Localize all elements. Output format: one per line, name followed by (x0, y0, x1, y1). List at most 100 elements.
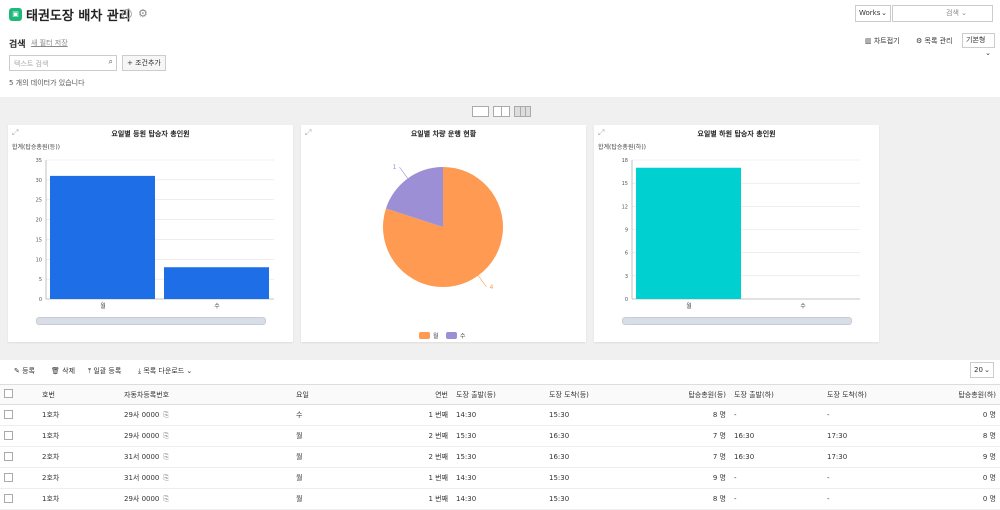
cell-text: 1호차 (42, 495, 60, 503)
chevron-down-icon: ⌄ (958, 9, 967, 17)
row-checkbox[interactable] (4, 409, 13, 419)
chart-icon: ▥ (865, 37, 874, 45)
chevron-down-icon: ⌄ (184, 367, 193, 375)
column-header[interactable]: 연번 (402, 384, 452, 405)
table-cell: - (730, 404, 823, 426)
chart-collapse-button[interactable]: ▥ 차트접기 (865, 36, 900, 46)
document-icon[interactable]: ⎘ (163, 411, 169, 419)
column-header[interactable]: 요일 (292, 384, 402, 405)
column-header[interactable]: 도장 출발(하) (730, 384, 823, 405)
table-row[interactable]: 1호차 29사 0000 ⎘ 월 2 번째 15:30 16:30 7 명 16:30 17:30… (0, 425, 1000, 447)
table-cell: 월 (292, 467, 402, 489)
select-all-checkbox[interactable] (4, 389, 13, 398)
chart-scrollbar[interactable] (622, 317, 852, 325)
document-icon[interactable]: ⎘ (163, 453, 169, 461)
y-tick-label: 18 (622, 158, 628, 164)
pie-leader-line (478, 275, 487, 288)
table-cell: 15:30 (545, 404, 638, 426)
trash-icon: 🗑 (51, 367, 63, 375)
pie-data-label: 1 (393, 164, 397, 171)
legend-label: 수 (460, 333, 466, 340)
gear-icon[interactable]: ⚙ (138, 7, 148, 20)
chart-scrollbar[interactable] (36, 317, 266, 325)
chart-collapse-label: 차트접기 (873, 37, 900, 45)
table-cell: 2 번째 (402, 446, 452, 468)
delete-button[interactable]: 🗑 삭제 (51, 366, 75, 376)
table-cell: 월 (292, 425, 402, 447)
chevron-down-icon: ⌄ (985, 49, 991, 57)
document-icon[interactable]: ⎘ (163, 495, 169, 503)
cell-text: 31서 0000 (124, 453, 160, 461)
table-cell: 0 명 (916, 404, 1000, 426)
cell-text: 0 명 (982, 411, 996, 419)
register-label: 등록 (22, 367, 35, 375)
cell-text: 월 (296, 453, 303, 461)
table-header-row: 호번 자동차등록번호 요일 연번 도장 출발(등) 도장 도착(등) 탑승총원(등) 도장 출… (0, 384, 1000, 405)
row-checkbox-cell (0, 425, 38, 447)
y-tick-label: 6 (625, 251, 628, 257)
bulk-register-button[interactable]: ⤒ 일괄 등록 (88, 366, 121, 376)
works-select-label: Works (859, 9, 881, 17)
table-cell: 16:30 (545, 446, 638, 468)
layout-single-button[interactable] (472, 106, 489, 117)
layout-triple-button[interactable] (514, 106, 531, 117)
cell-text: 2호차 (42, 474, 60, 482)
row-checkbox[interactable] (4, 493, 13, 503)
column-header[interactable]: 탑승총원(등) (638, 384, 730, 405)
cell-text: 8 명 (712, 495, 726, 503)
document-icon[interactable]: ⎘ (163, 432, 169, 440)
column-header[interactable]: 도장 도착(등) (545, 384, 638, 405)
bar (636, 167, 741, 299)
table-cell: 14:30 (452, 404, 545, 426)
table-cell: 8 명 (638, 488, 730, 510)
column-header[interactable]: 자동차등록번호 (120, 384, 292, 405)
y-tick-label: 12 (622, 204, 628, 210)
table-cell: 17:30 (823, 425, 916, 447)
column-header[interactable]: 도장 출발(등) (452, 384, 545, 405)
row-checkbox[interactable] (4, 472, 13, 482)
search-tab[interactable]: 검색 (9, 37, 26, 50)
table-row[interactable]: 2호차 31서 0000 ⎘ 월 1 번째 14:30 15:30 9 명--0 명 (0, 467, 1000, 489)
add-condition-label: 조건추가 (135, 59, 161, 67)
global-search-placeholder: 검색 (946, 9, 959, 17)
layout-double-button[interactable] (493, 106, 510, 117)
cell-text: 수 (296, 411, 303, 419)
column-header[interactable]: 도장 도착(하) (823, 384, 916, 405)
table-cell: 1 번째 (402, 467, 452, 489)
y-tick-label: 30 (36, 178, 42, 184)
row-checkbox[interactable] (4, 451, 13, 461)
table-cell: 0 명 (916, 467, 1000, 489)
save-filter-link[interactable]: 새 필터 저장 (31, 38, 68, 48)
y-tick-label: 15 (622, 181, 628, 187)
global-search-input[interactable]: 검색 ⌄ (892, 5, 993, 22)
works-select[interactable]: Works ⌄ (855, 5, 891, 22)
list-download-button[interactable]: ⤓ 목록 다운로드 ⌄ (138, 366, 192, 376)
cell-text: 1 번째 (428, 495, 448, 503)
cell-text: 월 (296, 474, 303, 482)
table-cell: 9 명 (916, 446, 1000, 468)
document-icon[interactable]: ⎘ (163, 474, 169, 482)
column-header[interactable]: 호번 (38, 384, 120, 405)
bar (164, 267, 269, 299)
legend-swatch (446, 332, 457, 339)
add-condition-button[interactable]: + 조건추가 (122, 55, 166, 71)
row-checkbox-cell (0, 467, 38, 489)
row-checkbox[interactable] (4, 430, 13, 440)
table-row[interactable]: 2호차 31서 0000 ⎘ 월 2 번째 15:30 16:30 7 명 16:30 17:30… (0, 446, 1000, 468)
table-row[interactable]: 1호차 29사 0000 ⎘ 수 1 번째 14:30 15:30 8 명--0 명 (0, 404, 1000, 426)
view-select[interactable]: 기본형 ⌄ (962, 33, 995, 57)
table-row[interactable]: 1호차 29사 0000 ⎘ 월 1 번째 14:30 15:30 8 명--0 명 (0, 488, 1000, 510)
table-cell: - (823, 488, 916, 510)
cell-text: 2 번째 (428, 432, 448, 440)
table-cell: 17:30 (823, 446, 916, 468)
column-header[interactable]: 탑승총원(하) (916, 384, 1000, 405)
info-icon[interactable]: i (122, 9, 132, 19)
register-button[interactable]: ✎ 등록 (14, 366, 35, 376)
cell-text: - (827, 495, 830, 503)
page-title: 태권도장 배차 관리 (26, 9, 131, 24)
page-size-select[interactable]: 20 ⌄ (970, 362, 994, 378)
cell-text: 17:30 (827, 453, 848, 461)
text-search-input[interactable]: 텍스트 검색 ⌕ (9, 55, 117, 71)
table-cell: 8 명 (916, 425, 1000, 447)
list-manage-button[interactable]: ⚙ 목록 관리 (916, 36, 953, 46)
